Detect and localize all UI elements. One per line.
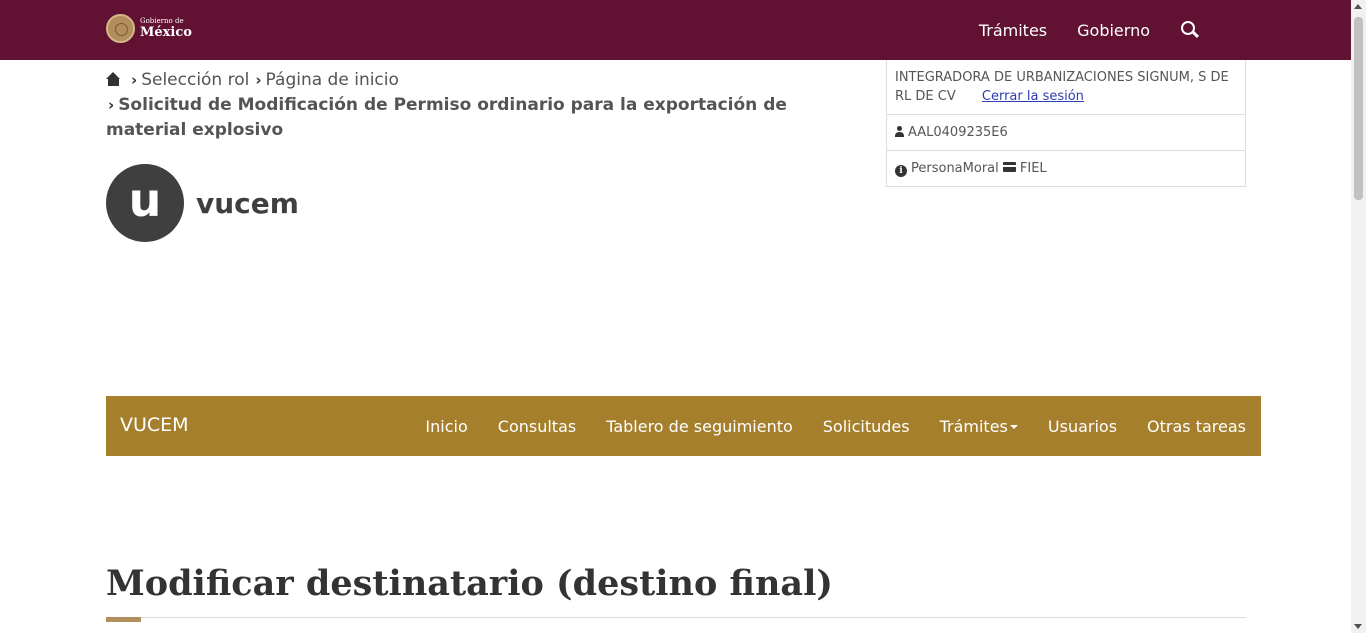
logo-text: Gobierno de México	[140, 17, 192, 40]
chevron-right-icon: ›	[255, 71, 262, 89]
title-accent-bar	[106, 617, 141, 622]
user-icon	[895, 126, 904, 137]
nav-tramites-link[interactable]: Trámites	[979, 21, 1047, 40]
logo-small-text: Gobierno de	[140, 17, 184, 25]
search-icon[interactable]	[1180, 20, 1200, 40]
title-divider	[106, 617, 1246, 618]
government-header: Gobierno de México Trámites Gobierno	[0, 0, 1351, 60]
logo-big-text: México	[140, 25, 192, 40]
breadcrumb-pagina-inicio[interactable]: Página de inicio	[266, 70, 399, 90]
nav-solicitudes[interactable]: Solicitudes	[823, 417, 910, 436]
vucem-logo-word: vucem	[196, 186, 299, 220]
navbar-brand[interactable]: VUCEM	[120, 396, 189, 456]
vucem-logo[interactable]: u vucem	[106, 164, 299, 242]
nav-tablero-seguimiento[interactable]: Tablero de seguimiento	[606, 417, 793, 436]
user-type-row: i PersonaMoral FIEL	[887, 150, 1245, 186]
breadcrumb-current: Solicitud de Modificación de Permiso ord…	[106, 95, 787, 140]
breadcrumb: › Selección rol › Página de inicio › Solicit…	[106, 68, 846, 143]
nav-consultas[interactable]: Consultas	[498, 417, 576, 436]
person-type: PersonaMoral	[911, 161, 999, 176]
navbar-items: Inicio Consultas Tablero de seguimiento …	[410, 396, 1261, 456]
user-info-panel: INTEGRADORA DE URBANIZACIONES SIGNUM, S …	[886, 60, 1246, 187]
info-icon: i	[895, 165, 907, 177]
nav-otras-tareas[interactable]: Otras tareas	[1147, 417, 1246, 436]
national-seal-icon	[106, 14, 135, 43]
nav-tramites-dropdown[interactable]: Trámites	[940, 417, 1018, 436]
main-navbar: VUCEM Inicio Consultas Tablero de seguim…	[106, 396, 1261, 456]
vucem-logo-mark: u	[106, 164, 184, 242]
vertical-scrollbar[interactable]	[1351, 0, 1366, 633]
nav-gobierno-link[interactable]: Gobierno	[1077, 21, 1150, 40]
id-card-icon	[1002, 162, 1016, 172]
chevron-right-icon: ›	[131, 71, 138, 89]
caret-down-icon	[1009, 424, 1018, 429]
gobierno-de-mexico-logo[interactable]: Gobierno de México	[106, 14, 192, 43]
user-rfc: AAL0409235E6	[908, 125, 1008, 140]
nav-tramites-label: Trámites	[939, 416, 1008, 436]
scroll-up-arrow-icon[interactable]	[1354, 4, 1362, 9]
logout-link[interactable]: Cerrar la sesión	[982, 89, 1084, 104]
chevron-right-icon: ›	[108, 96, 115, 114]
signature-type: FIEL	[1019, 161, 1047, 176]
government-nav: Trámites Gobierno	[949, 0, 1200, 60]
breadcrumb-seleccion-rol[interactable]: Selección rol	[141, 70, 249, 90]
page-title: Modificar destinatario (destino final)	[106, 563, 833, 604]
nav-usuarios[interactable]: Usuarios	[1048, 417, 1117, 436]
scroll-down-arrow-icon[interactable]	[1354, 624, 1362, 629]
home-icon[interactable]	[106, 72, 121, 86]
nav-inicio[interactable]: Inicio	[425, 417, 467, 436]
scroll-thumb[interactable]	[1354, 17, 1363, 200]
user-company-row: INTEGRADORA DE URBANIZACIONES SIGNUM, S …	[887, 60, 1245, 114]
user-rfc-row: AAL0409235E6	[887, 114, 1245, 150]
